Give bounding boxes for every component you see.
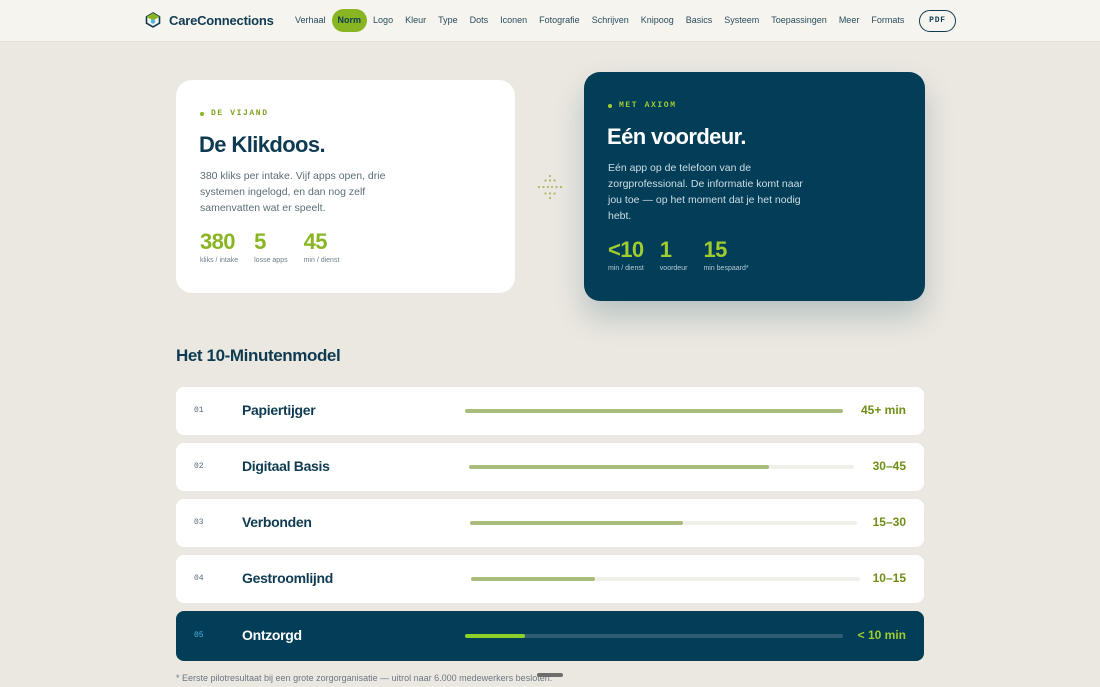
level-progress-fill xyxy=(471,577,596,581)
nav-item-norm[interactable]: Norm xyxy=(331,9,368,32)
level-progress-fill xyxy=(465,634,526,638)
nav-item-fotografie[interactable]: Fotografie xyxy=(533,9,586,32)
stat-minutes-per-shift: <10 min / dienst xyxy=(608,237,644,273)
stat-label: min / dienst xyxy=(608,265,644,272)
level-value: 15–30 xyxy=(872,515,906,529)
level-progress-track xyxy=(470,521,857,525)
stat-label: kliks / intake xyxy=(200,257,239,264)
level-progress-track xyxy=(469,465,854,469)
axiom-eyebrow-label: MET AXIOM xyxy=(619,101,677,110)
level-row: 01 Papiertijger 45+ min xyxy=(176,387,924,435)
stat-value: 5 xyxy=(254,229,266,254)
enemy-card: DE VIJAND De Klikdoos. 380 kliks per int… xyxy=(176,80,515,293)
level-progress-track xyxy=(465,409,843,413)
enemy-eyebrow-label: DE VIJAND xyxy=(211,109,269,118)
stat-value: 45 xyxy=(303,229,328,254)
stat-clicks: 380 kliks / intake xyxy=(200,229,239,265)
axiom-card: MET AXIOM Eén voordeur. Eén app op de te… xyxy=(584,72,925,301)
level-name: Verbonden xyxy=(242,514,312,530)
axiom-eyebrow: MET AXIOM xyxy=(608,101,677,110)
nav-item-kleur[interactable]: Kleur xyxy=(399,9,432,32)
nav-item-meer[interactable]: Meer xyxy=(833,9,866,32)
level-row: 04 Gestroomlijnd 10–15 xyxy=(176,555,924,603)
level-progress-fill xyxy=(470,521,683,525)
nav-item-formats[interactable]: Formats xyxy=(865,9,910,32)
stat-minutes-saved: 15 min bespaard* xyxy=(703,237,749,273)
enemy-eyebrow: DE VIJAND xyxy=(200,109,269,118)
stat-apps: 5 losse apps xyxy=(254,229,288,265)
level-number: 05 xyxy=(194,631,204,640)
level-name: Gestroomlijnd xyxy=(242,570,333,586)
stat-value: 15 xyxy=(703,237,727,262)
level-number: 04 xyxy=(194,574,204,583)
level-name: Digitaal Basis xyxy=(242,458,330,474)
axiom-body: Eén app op de telefoon van de zorgprofes… xyxy=(608,162,803,222)
nav-item-systeem[interactable]: Systeem xyxy=(718,9,765,32)
nav-item-toepassingen[interactable]: Toepassingen xyxy=(765,9,833,32)
level-number: 01 xyxy=(194,406,204,415)
nav-item-knipoog[interactable]: Knipoog xyxy=(635,9,680,32)
stat-label: losse apps xyxy=(254,257,288,264)
nav-item-schrijven[interactable]: Schrijven xyxy=(586,9,635,32)
nav-item-iconen[interactable]: Iconen xyxy=(494,9,533,32)
footnote: * Eerste pilotresultaat bij een grote zo… xyxy=(176,673,553,683)
nav-item-dots[interactable]: Dots xyxy=(464,9,495,32)
bullet-dot-icon xyxy=(608,103,612,108)
level-name: Ontzorgd xyxy=(242,627,302,643)
stat-value: 380 xyxy=(200,229,236,254)
level-progress-fill xyxy=(469,465,770,469)
stat-label: min bespaard* xyxy=(703,265,749,272)
level-number: 02 xyxy=(194,462,204,471)
brand-name: CareConnections xyxy=(169,12,274,28)
level-row-highlighted: 05 Ontzorgd < 10 min xyxy=(176,611,924,661)
nav-item-basics[interactable]: Basics xyxy=(680,9,719,32)
level-value: 10–15 xyxy=(872,571,906,585)
stat-minutes: 45 min / dienst xyxy=(303,229,340,265)
level-value: < 10 min xyxy=(857,628,906,642)
enemy-body: 380 kliks per intake. Vijf apps open, dr… xyxy=(200,170,386,214)
enemy-title: De Klikdoos. xyxy=(199,132,326,157)
level-progress-fill xyxy=(465,409,843,413)
level-name: Papiertijger xyxy=(242,402,316,418)
brand[interactable]: CareConnections xyxy=(144,11,274,29)
stat-front-door: 1 voordeur xyxy=(659,237,688,273)
level-number: 03 xyxy=(194,518,204,527)
pdf-button[interactable]: PDF xyxy=(919,10,956,32)
top-nav-bar: CareConnections Verhaal Norm Logo Kleur … xyxy=(0,0,1100,42)
scroll-handle[interactable] xyxy=(537,673,563,677)
level-value: 45+ min xyxy=(860,403,906,417)
level-progress-track xyxy=(471,577,860,581)
axiom-title: Eén voordeur. xyxy=(607,124,747,149)
model-section-title: Het 10-Minutenmodel xyxy=(176,346,341,365)
bullet-dot-icon xyxy=(200,111,204,116)
model-levels: 01 Papiertijger 45+ min 02 Digitaal Basi… xyxy=(176,387,924,669)
enemy-stats: 380 kliks / intake 5 losse apps 45 min /… xyxy=(200,229,355,265)
stat-label: voordeur xyxy=(659,265,688,272)
stat-value: <10 xyxy=(608,237,644,262)
level-row: 03 Verbonden 15–30 xyxy=(176,499,924,547)
level-row: 02 Digitaal Basis 30–45 xyxy=(176,443,924,491)
stat-label: min / dienst xyxy=(303,257,340,264)
stat-value: 1 xyxy=(659,237,672,262)
nav-item-logo[interactable]: Logo xyxy=(367,9,399,32)
connector-dots-icon xyxy=(537,174,563,200)
nav-item-type[interactable]: Type xyxy=(432,9,464,32)
level-progress-track xyxy=(465,634,843,638)
nav-item-verhaal[interactable]: Verhaal xyxy=(289,9,332,32)
main-nav: Verhaal Norm Logo Kleur Type Dots Iconen… xyxy=(289,9,910,32)
level-value: 30–45 xyxy=(872,459,906,473)
brand-logo-icon xyxy=(145,12,161,28)
axiom-stats: <10 min / dienst 1 voordeur 15 min bespa… xyxy=(608,237,765,273)
